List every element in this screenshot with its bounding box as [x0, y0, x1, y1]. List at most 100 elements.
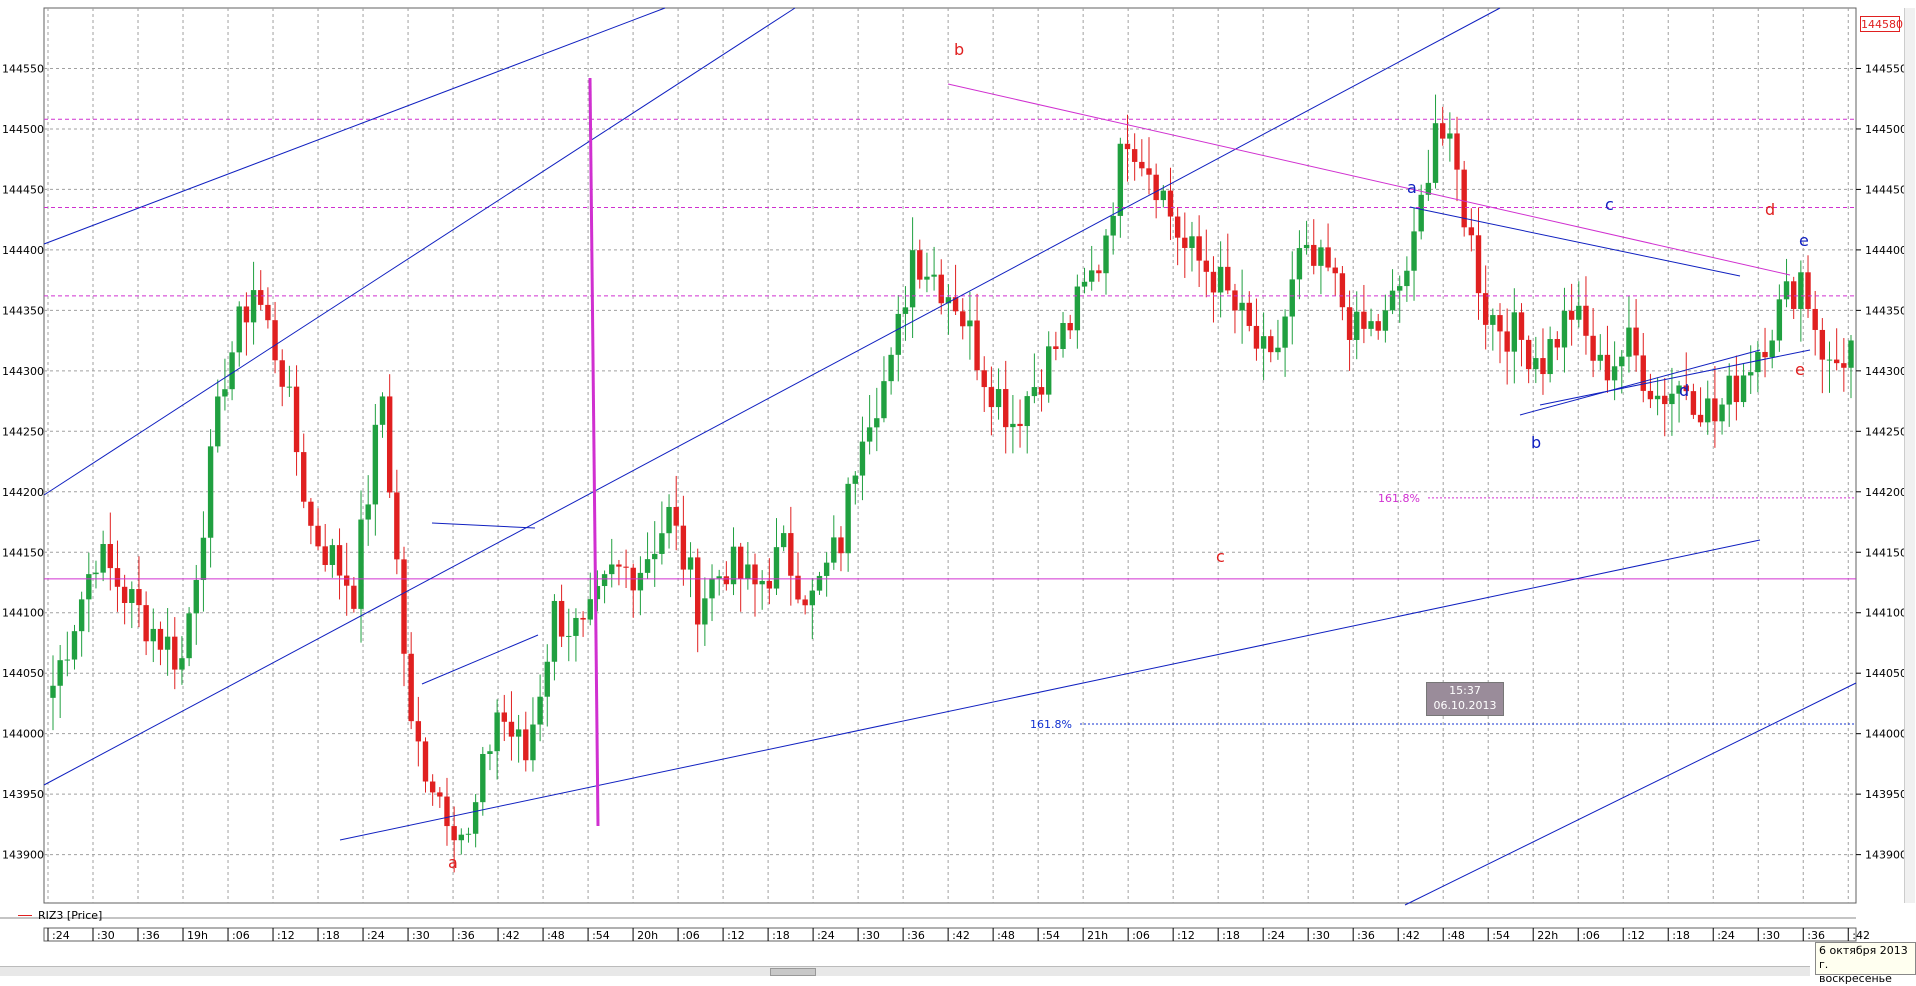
time-tick-label: :36	[1807, 929, 1825, 942]
candle-body	[179, 658, 185, 670]
candle-body	[1798, 272, 1804, 309]
candle-body	[1325, 247, 1331, 268]
vertical-scrollbar[interactable]	[1904, 8, 1915, 903]
candle-body	[616, 564, 622, 567]
y-tick-label-right: 144550	[1865, 62, 1907, 75]
candle-body	[1748, 372, 1754, 376]
status-date: 6 октября 2013 г.	[1819, 944, 1908, 971]
candle-body	[587, 599, 593, 620]
cursor-time: 15:37	[1449, 684, 1481, 697]
candle-body	[1146, 168, 1152, 175]
wave-label: b	[954, 40, 964, 59]
time-tick-label: :30	[97, 929, 115, 942]
candle-body	[315, 525, 321, 547]
candle-body	[673, 506, 679, 526]
candle-body	[429, 781, 436, 793]
candle-body	[1203, 260, 1209, 272]
candle-body	[523, 729, 529, 761]
candle-body	[1812, 308, 1818, 330]
candle-body	[737, 546, 744, 579]
cursor-time-tooltip: 15:37 06.10.2013	[1426, 682, 1504, 716]
candle-body	[1397, 286, 1403, 291]
candle-body	[1196, 236, 1202, 261]
candle-body	[1160, 190, 1167, 201]
candle-body	[121, 586, 128, 604]
candle-body	[1332, 267, 1338, 274]
candle-body	[1046, 346, 1052, 395]
candle-body	[401, 559, 407, 654]
candle-body	[1139, 161, 1145, 169]
wave-label: a	[448, 853, 458, 872]
time-tick-label: :06	[682, 929, 700, 942]
candle-body	[931, 274, 937, 277]
candle-body	[508, 721, 515, 737]
time-tick-label: :12	[277, 929, 295, 942]
candle-body	[702, 598, 708, 625]
candle-body	[680, 525, 687, 570]
candle-body	[752, 564, 758, 585]
candle-body	[1239, 302, 1245, 311]
time-tick-label: :24	[1717, 929, 1735, 942]
candle-body	[258, 290, 264, 305]
candle-body	[1669, 393, 1675, 405]
candle-body	[1647, 390, 1654, 400]
candle-body	[422, 741, 429, 782]
candle-body	[229, 352, 235, 390]
candle-body	[1289, 279, 1295, 317]
candle-body	[1346, 307, 1353, 340]
candle-body	[1318, 247, 1324, 266]
y-tick-label-left: 144400	[2, 244, 44, 257]
plot-frame	[43, 7, 1857, 904]
candle-body	[1740, 375, 1747, 403]
candle-body	[1268, 336, 1274, 353]
candle-body	[902, 307, 909, 314]
candle-body	[1096, 270, 1102, 274]
y-tick-label-right: 144050	[1865, 667, 1907, 680]
candle-body	[386, 396, 393, 493]
candle-body	[1490, 315, 1496, 325]
time-tick-label: :24	[817, 929, 835, 942]
candle-body	[164, 636, 171, 650]
time-tick-label: :30	[1312, 929, 1330, 942]
candle-body	[437, 792, 443, 797]
y-tick-label-left: 144450	[2, 183, 44, 196]
candle-body	[666, 506, 672, 534]
candle-body	[1368, 321, 1374, 329]
chart-container[interactable]: 143900 143900 143950 143950 144000 144000 1440…	[0, 0, 1916, 985]
candle-body	[558, 600, 565, 637]
candle-body	[172, 636, 178, 670]
candle-body	[1217, 266, 1224, 293]
candle-body	[838, 537, 844, 554]
time-tick-label: :54	[1492, 929, 1510, 942]
candle-body	[344, 575, 350, 586]
candle-body	[609, 564, 615, 575]
y-tick-label-left: 144150	[2, 546, 44, 559]
time-tick-label: 19h	[187, 929, 208, 942]
candle-body	[458, 834, 465, 841]
time-tick-label: :12	[1627, 929, 1645, 942]
candle-body	[1783, 281, 1790, 300]
candle-body	[336, 545, 343, 576]
status-weekday: воскресенье	[1819, 972, 1892, 985]
candle-body	[1554, 339, 1560, 348]
candle-body	[1640, 355, 1646, 391]
candle-body	[1690, 391, 1697, 415]
candle-body	[1074, 286, 1081, 331]
time-tick-label: :06	[232, 929, 250, 942]
candle-body	[745, 564, 751, 579]
candle-body	[136, 589, 142, 606]
time-tick-label: :36	[907, 929, 925, 942]
candle-body	[1511, 312, 1518, 352]
y-tick-label-left: 143950	[2, 788, 44, 801]
y-tick-label-right: 143950	[1865, 788, 1907, 801]
candle-body	[207, 446, 214, 538]
candle-body	[1540, 358, 1546, 375]
time-tick-label: :36	[457, 929, 475, 942]
candle-body	[1568, 310, 1575, 320]
candle-body	[644, 559, 651, 573]
candle-body	[1232, 290, 1238, 311]
price-chart[interactable]: 143900 143900 143950 143950 144000 144000 1440…	[0, 0, 1916, 975]
candle-body	[114, 568, 121, 587]
candle-body	[1296, 248, 1303, 280]
candle-body	[1755, 351, 1761, 373]
